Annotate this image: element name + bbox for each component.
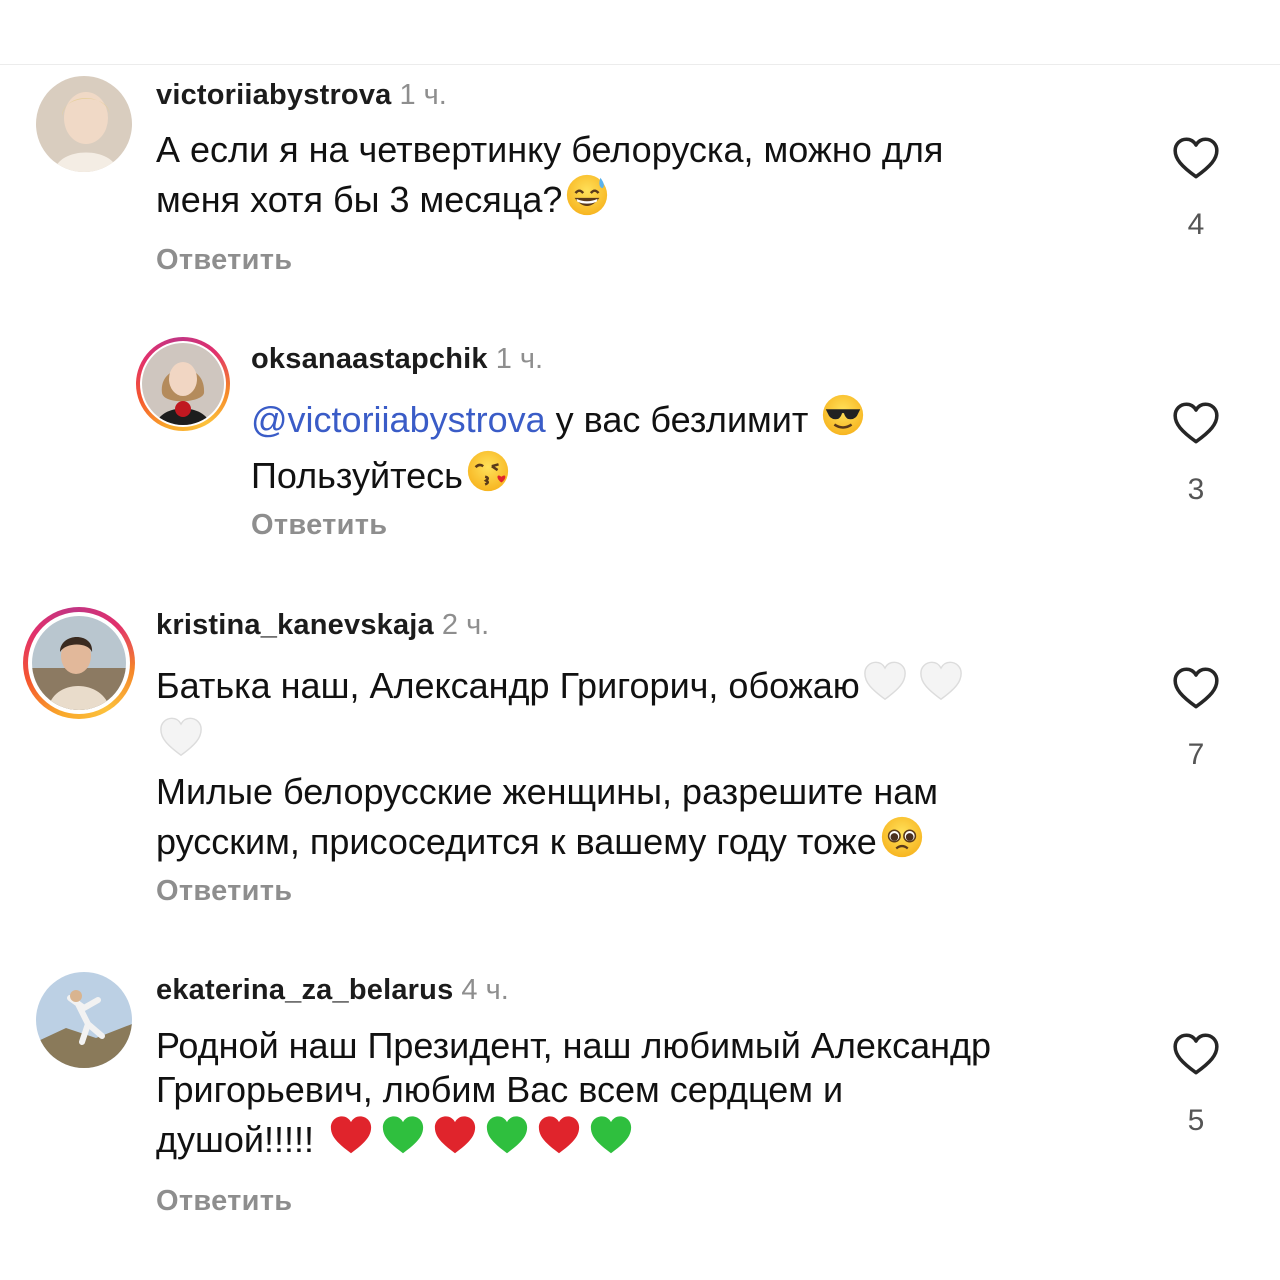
green-heart-emoji-icon <box>378 1112 428 1168</box>
comment-text: Батька наш, Александр Григорич, обожаю М… <box>156 658 1116 870</box>
like-heart-icon[interactable] <box>1171 399 1221 449</box>
like-heart-icon[interactable] <box>1171 664 1221 714</box>
comment-line: Григорьевич, любим Вас всем сердцем и <box>156 1069 844 1110</box>
username[interactable]: oksanaastapchik <box>251 343 488 375</box>
comment-line: меня хотя бы 3 месяца? <box>156 179 563 220</box>
white-heart-emoji-icon <box>158 714 204 770</box>
like-count: 3 <box>1187 473 1205 506</box>
like-control: 5 <box>1168 1030 1224 1138</box>
comment-line-with-emoji: @victoriiabystrova у вас безлимит <box>251 392 1211 448</box>
comment-header: kristina_kanevskaja 2 ч. <box>156 608 489 642</box>
mention-link[interactable]: @victoriiabystrova <box>251 399 546 440</box>
avatar[interactable] <box>23 607 135 719</box>
white-heart-emoji-icon <box>918 658 964 714</box>
comment-header: ekaterina_za_belarus 4 ч. <box>156 973 509 1007</box>
username[interactable]: ekaterina_za_belarus <box>156 974 453 1006</box>
like-control: 3 <box>1168 399 1224 507</box>
white-heart-emoji-icon <box>862 658 908 714</box>
emoji-line <box>156 714 1116 770</box>
timestamp: 4 ч. <box>461 974 509 1006</box>
comment-text: А если я на четвертинку белоруска, можно… <box>156 128 1116 228</box>
reply-button[interactable]: Ответить <box>156 243 292 277</box>
red-heart-emoji-icon <box>430 1112 480 1168</box>
comment-line: Родной наш Президент, наш любимый Алекса… <box>156 1025 991 1066</box>
like-heart-icon[interactable] <box>1171 134 1221 184</box>
like-count: 7 <box>1187 738 1205 771</box>
avatar[interactable] <box>36 972 132 1068</box>
comment-text: @victoriiabystrova у вас безлимит Пользу… <box>251 392 1211 504</box>
avatar-image <box>36 76 132 172</box>
comment-line-with-emoji: душой!!!!! <box>156 1112 1116 1168</box>
reply-button[interactable]: Ответить <box>156 874 292 908</box>
username[interactable]: victoriiabystrova <box>156 79 392 111</box>
like-heart-icon[interactable] <box>1171 1030 1221 1080</box>
timestamp: 2 ч. <box>441 609 490 641</box>
red-heart-emoji-icon <box>326 1112 376 1168</box>
like-count: 4 <box>1187 208 1205 241</box>
timestamp: 1 ч. <box>495 343 544 375</box>
green-heart-emoji-icon <box>482 1112 532 1168</box>
reply-button[interactable]: Ответить <box>156 1184 292 1218</box>
green-heart-emoji-icon <box>586 1112 636 1168</box>
like-count: 5 <box>1187 1104 1205 1137</box>
pleading-face-emoji-icon <box>879 814 925 870</box>
avatar[interactable] <box>136 337 230 431</box>
comment-line: А если я на четвертинку белоруска, можно… <box>156 129 944 170</box>
comment-line-with-emoji: Пользуйтесь <box>251 448 1211 504</box>
comment-line-with-emoji: Батька наш, Александр Григорич, обожаю <box>156 658 1116 714</box>
like-control: 7 <box>1168 664 1224 772</box>
avatar-image <box>36 972 132 1068</box>
kissing-heart-emoji-icon <box>465 448 511 504</box>
comment-line: у вас безлимит <box>545 399 819 440</box>
reply-button[interactable]: Ответить <box>251 508 387 542</box>
comment-line: душой!!!!! <box>156 1119 315 1160</box>
comment-header: oksanaastapchik 1 ч. <box>251 342 543 376</box>
comment-line: Милые белорусские женщины, разрешите нам <box>156 771 938 812</box>
top-divider <box>0 64 1280 65</box>
comment-line-with-emoji: русским, присоседится к вашему году тоже <box>156 814 1116 870</box>
comment-line: Пользуйтесь <box>251 455 463 496</box>
avatar-image <box>32 616 126 710</box>
avatar-image <box>142 343 224 425</box>
comment-header: victoriiabystrova 1 ч. <box>156 78 447 112</box>
grinning-sweat-emoji-icon <box>564 172 610 228</box>
comment-text: Родной наш Президент, наш любимый Алекса… <box>156 1024 1116 1168</box>
username[interactable]: kristina_kanevskaja <box>156 609 434 641</box>
comment-line: Батька наш, Александр Григорич, обожаю <box>156 665 860 706</box>
comment-line-with-emoji: меня хотя бы 3 месяца? <box>156 172 1116 228</box>
avatar[interactable] <box>36 76 132 172</box>
sunglasses-emoji-icon <box>820 392 866 448</box>
comment-line: русским, присоседится к вашему году тоже <box>156 821 877 862</box>
like-control: 4 <box>1168 134 1224 242</box>
timestamp: 1 ч. <box>399 79 447 111</box>
red-heart-emoji-icon <box>534 1112 584 1168</box>
